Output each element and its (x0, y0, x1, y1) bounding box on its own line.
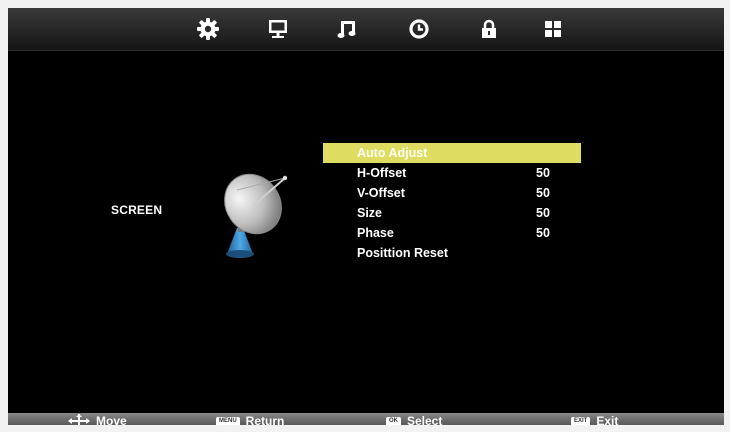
tab-sound[interactable] (333, 15, 361, 43)
hint-exit: EXIT Exit (571, 413, 618, 425)
menu-item-value: 50 (536, 226, 550, 240)
hint-return: MENU Return (216, 413, 284, 425)
satellite-dish-icon (213, 166, 303, 271)
hint-return-label: Return (245, 414, 285, 425)
tab-lock[interactable] (475, 15, 503, 43)
dpad-arrows-icon (68, 414, 90, 425)
menu-item-label: H-Offset (357, 166, 407, 180)
tab-screen[interactable] (264, 15, 292, 43)
menu-item-size[interactable]: Size 50 (323, 203, 581, 223)
menu-item-value: 50 (536, 166, 550, 180)
tab-time[interactable] (405, 15, 433, 43)
clock-icon (409, 19, 429, 39)
menu-item-label: V-Offset (357, 186, 405, 200)
music-note-icon (337, 21, 356, 38)
tab-setup[interactable] (539, 15, 567, 43)
hint-move: Move (68, 413, 127, 425)
menu-item-h-offset[interactable]: H-Offset 50 (323, 163, 581, 183)
exit-key-icon: EXIT (571, 416, 591, 425)
menu-item-phase[interactable]: Phase 50 (323, 223, 581, 243)
menu-item-auto-adjust[interactable]: Auto Adjust (323, 143, 581, 163)
menu-item-label: Size (357, 206, 383, 220)
osd-screen: SCREEN Auto Adjust H-Offset 50 V-Offset … (8, 8, 724, 425)
screen-menu: Auto Adjust H-Offset 50 V-Offset 50 Size… (323, 143, 583, 263)
ok-key-icon: OK (386, 416, 401, 425)
menu-item-label: Posittion Reset (357, 246, 448, 260)
menu-item-value: 50 (536, 206, 550, 220)
menu-item-position-reset[interactable]: Posittion Reset (323, 243, 581, 263)
menu-key-icon: MENU (216, 416, 240, 425)
category-title: SCREEN (111, 203, 163, 217)
monitor-icon (269, 20, 287, 38)
menu-item-value: 50 (536, 186, 550, 200)
gear-icon (197, 18, 219, 40)
tab-picture-settings[interactable] (194, 15, 222, 43)
hint-move-label: Move (96, 414, 127, 425)
key-hint-bar: Move MENU Return OK Select EXIT Exit (8, 413, 724, 425)
lock-icon (482, 19, 496, 38)
hint-select-label: Select (407, 414, 443, 425)
menu-item-v-offset[interactable]: V-Offset 50 (323, 183, 581, 203)
menu-tab-bar (8, 8, 724, 51)
hint-exit-label: Exit (596, 414, 619, 425)
grid-icon (545, 21, 561, 37)
hint-select: OK Select (386, 413, 442, 425)
menu-item-label: Auto Adjust (357, 146, 428, 160)
menu-item-label: Phase (357, 226, 394, 240)
